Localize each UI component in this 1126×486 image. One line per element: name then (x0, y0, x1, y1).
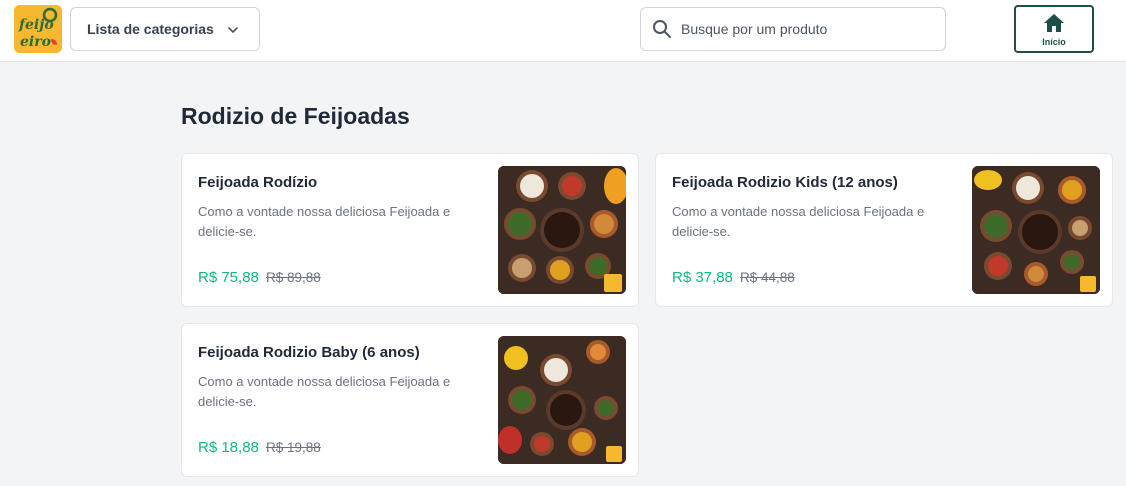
svg-text:eiro: eiro (20, 34, 51, 50)
brand-logo[interactable]: feijo eiro (14, 5, 62, 53)
product-price: R$ 75,88 (198, 269, 259, 286)
product-old-price: R$ 19,88 (266, 440, 321, 455)
product-image (498, 166, 626, 294)
product-description: Como a vontade nossa deliciosa Feijoada … (198, 204, 451, 239)
chevron-down-icon (227, 23, 239, 41)
product-card[interactable]: Feijoada Rodizio Baby (6 anos) Como a vo… (181, 323, 639, 477)
product-price: R$ 37,88 (672, 269, 733, 286)
product-image (972, 166, 1100, 294)
logo-graphic: feijo eiro (14, 5, 62, 53)
search-input[interactable] (681, 16, 937, 42)
product-image (498, 336, 626, 464)
product-card[interactable]: Feijoada Rodizio Kids (12 anos) Como a v… (655, 153, 1113, 307)
categories-label: Lista de categorias (87, 21, 214, 37)
product-name: Feijoada Rodizio Kids (12 anos) (672, 174, 898, 191)
product-description: Como a vontade nossa deliciosa Feijoada … (198, 374, 451, 409)
product-old-price: R$ 44,88 (740, 270, 795, 285)
top-navbar: feijo eiro Lista de categorias Início (0, 0, 1126, 62)
product-name: Feijoada Rodizio Baby (6 anos) (198, 344, 420, 361)
home-label: Início (1042, 37, 1066, 47)
product-card[interactable]: Feijoada Rodízio Como a vontade nossa de… (181, 153, 639, 307)
categories-dropdown[interactable]: Lista de categorias (70, 7, 260, 51)
product-price: R$ 18,88 (198, 439, 259, 456)
home-icon (1043, 13, 1065, 38)
home-button[interactable]: Início (1014, 5, 1094, 53)
product-name: Feijoada Rodízio (198, 174, 318, 191)
svg-text:feijo: feijo (18, 17, 54, 33)
search-box (640, 7, 946, 51)
product-description: Como a vontade nossa deliciosa Feijoada … (672, 204, 925, 239)
section-title: Rodizio de Feijoadas (181, 103, 410, 129)
search-icon (652, 19, 672, 44)
product-old-price: R$ 89,88 (266, 270, 321, 285)
